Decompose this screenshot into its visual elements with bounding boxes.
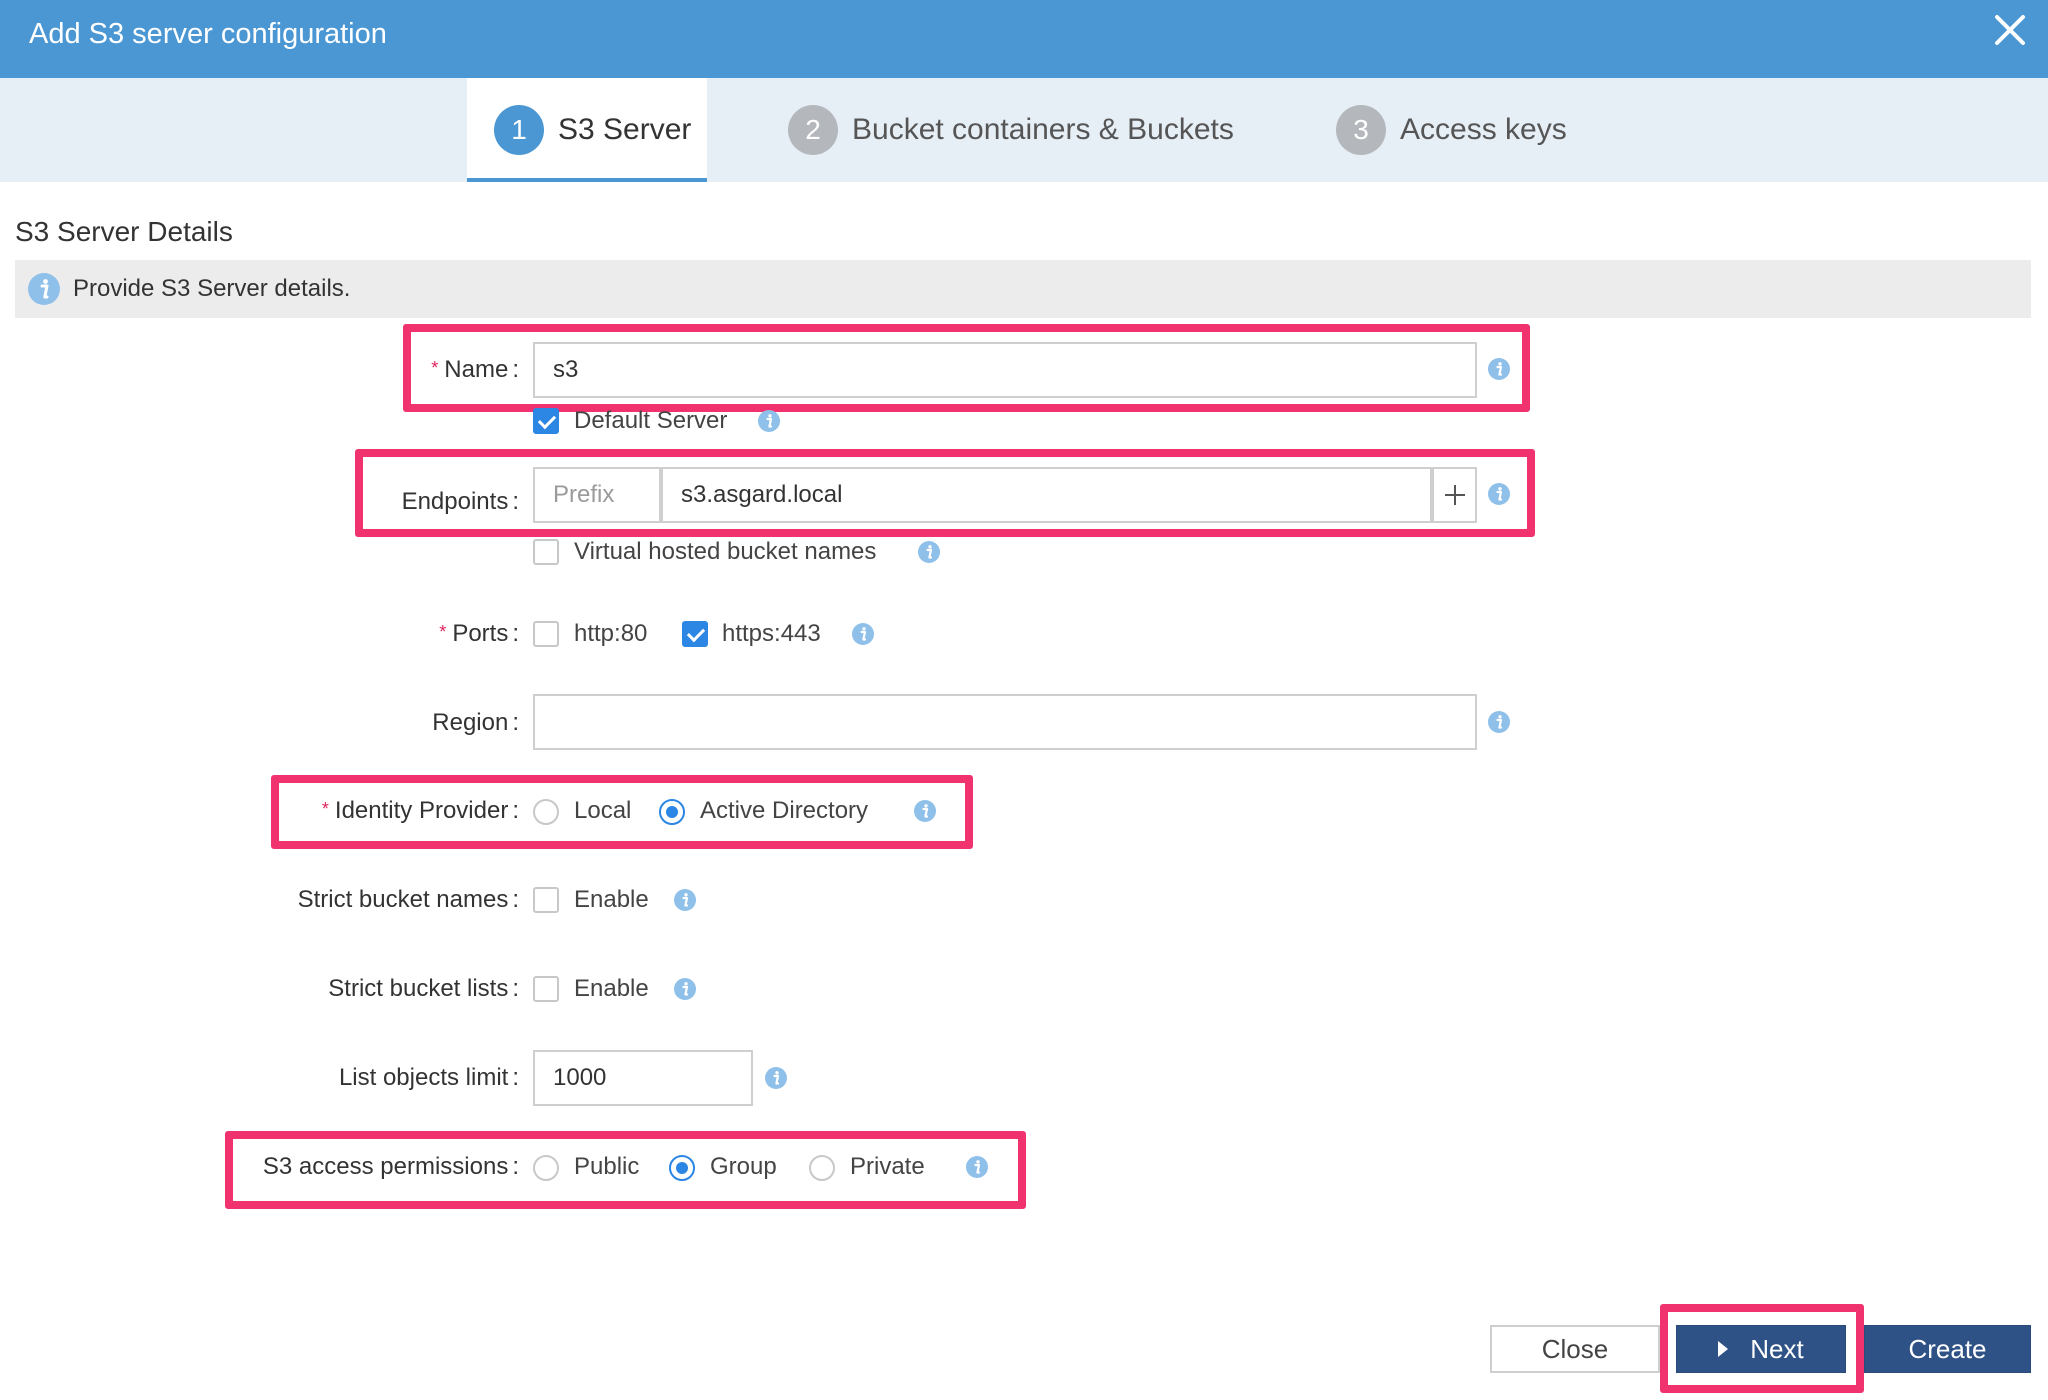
strict-bucket-names-enable-label: Enable xyxy=(574,886,649,913)
step-number: 3 xyxy=(1336,105,1386,155)
step-label: Access keys xyxy=(1400,113,1567,146)
info-icon[interactable] xyxy=(673,888,697,912)
strict-bucket-lists-label: Strict bucket lists: xyxy=(328,975,519,1002)
info-icon[interactable] xyxy=(757,409,781,433)
http-80-checkbox[interactable] xyxy=(533,621,559,647)
default-server-checkbox[interactable] xyxy=(533,408,559,434)
virtual-hosted-label: Virtual hosted bucket names xyxy=(574,538,877,565)
identity-local-radio[interactable] xyxy=(533,799,559,825)
permission-private-radio[interactable] xyxy=(809,1155,835,1181)
info-icon[interactable] xyxy=(917,540,941,564)
info-icon[interactable] xyxy=(1487,710,1511,734)
create-button[interactable]: Create xyxy=(1864,1325,2031,1373)
info-icon[interactable] xyxy=(913,799,937,823)
name-label: * Name: xyxy=(431,356,519,383)
name-input[interactable]: s3 xyxy=(533,342,1477,398)
s3-access-permissions-label: S3 access permissions: xyxy=(262,1153,519,1180)
add-endpoint-button[interactable] xyxy=(1432,467,1477,523)
info-icon[interactable] xyxy=(673,977,697,1001)
next-button[interactable]: Next xyxy=(1676,1325,1846,1373)
plus-icon xyxy=(1444,485,1465,505)
info-text: Provide S3 Server details. xyxy=(73,275,351,302)
identity-active-directory-label: Active Directory xyxy=(700,797,869,824)
tab-bucket-containers[interactable]: 2 Bucket containers & Buckets xyxy=(788,78,1234,182)
endpoint-host-input[interactable]: s3.asgard.local xyxy=(661,467,1432,523)
active-tab-indicator xyxy=(467,178,707,182)
info-icon xyxy=(28,273,60,305)
identity-active-directory-radio[interactable] xyxy=(659,799,685,825)
step-number: 2 xyxy=(788,105,838,155)
virtual-hosted-checkbox[interactable] xyxy=(533,539,559,565)
permission-group-label: Group xyxy=(710,1153,777,1180)
endpoint-prefix-input[interactable]: Prefix xyxy=(533,467,661,523)
endpoints-label: Endpoints: xyxy=(401,488,519,515)
list-objects-limit-input[interactable]: 1000 xyxy=(533,1050,753,1106)
step-label: S3 Server xyxy=(558,113,692,146)
dialog-title: Add S3 server configuration xyxy=(29,18,387,50)
identity-provider-label: * Identity Provider: xyxy=(321,797,519,824)
permission-public-label: Public xyxy=(574,1153,640,1180)
permission-private-label: Private xyxy=(850,1153,925,1180)
tab-s3-server[interactable]: 1 S3 Server xyxy=(467,78,707,182)
close-icon[interactable] xyxy=(1990,10,2030,50)
info-icon[interactable] xyxy=(764,1066,788,1090)
ports-label: * Ports: xyxy=(439,620,519,647)
region-label: Region: xyxy=(432,709,519,736)
play-icon xyxy=(1718,1341,1729,1357)
strict-bucket-names-label: Strict bucket names: xyxy=(297,886,519,913)
next-button-label: Next xyxy=(1750,1333,1804,1364)
tab-access-keys[interactable]: 3 Access keys xyxy=(1336,78,1567,182)
info-icon[interactable] xyxy=(1487,482,1511,506)
region-input[interactable] xyxy=(533,694,1477,750)
https-443-label: https:443 xyxy=(722,620,821,647)
info-icon[interactable] xyxy=(965,1155,989,1179)
step-number: 1 xyxy=(494,105,544,155)
strict-bucket-names-checkbox[interactable] xyxy=(533,887,559,913)
strict-bucket-lists-checkbox[interactable] xyxy=(533,976,559,1002)
permission-group-radio[interactable] xyxy=(669,1155,695,1181)
permission-public-radio[interactable] xyxy=(533,1155,559,1181)
https-443-checkbox[interactable] xyxy=(682,621,708,647)
close-button[interactable]: Close xyxy=(1490,1325,1660,1373)
identity-local-label: Local xyxy=(574,797,632,824)
section-title: S3 Server Details xyxy=(15,216,233,247)
http-80-label: http:80 xyxy=(574,620,648,647)
wizard-steps: 1 S3 Server 2 Bucket containers & Bucket… xyxy=(0,78,2048,182)
default-server-label: Default Server xyxy=(574,407,728,434)
step-label: Bucket containers & Buckets xyxy=(852,113,1234,146)
info-icon[interactable] xyxy=(1487,357,1511,381)
list-objects-limit-label: List objects limit: xyxy=(338,1064,519,1091)
info-icon[interactable] xyxy=(851,622,875,646)
strict-bucket-lists-enable-label: Enable xyxy=(574,975,649,1002)
